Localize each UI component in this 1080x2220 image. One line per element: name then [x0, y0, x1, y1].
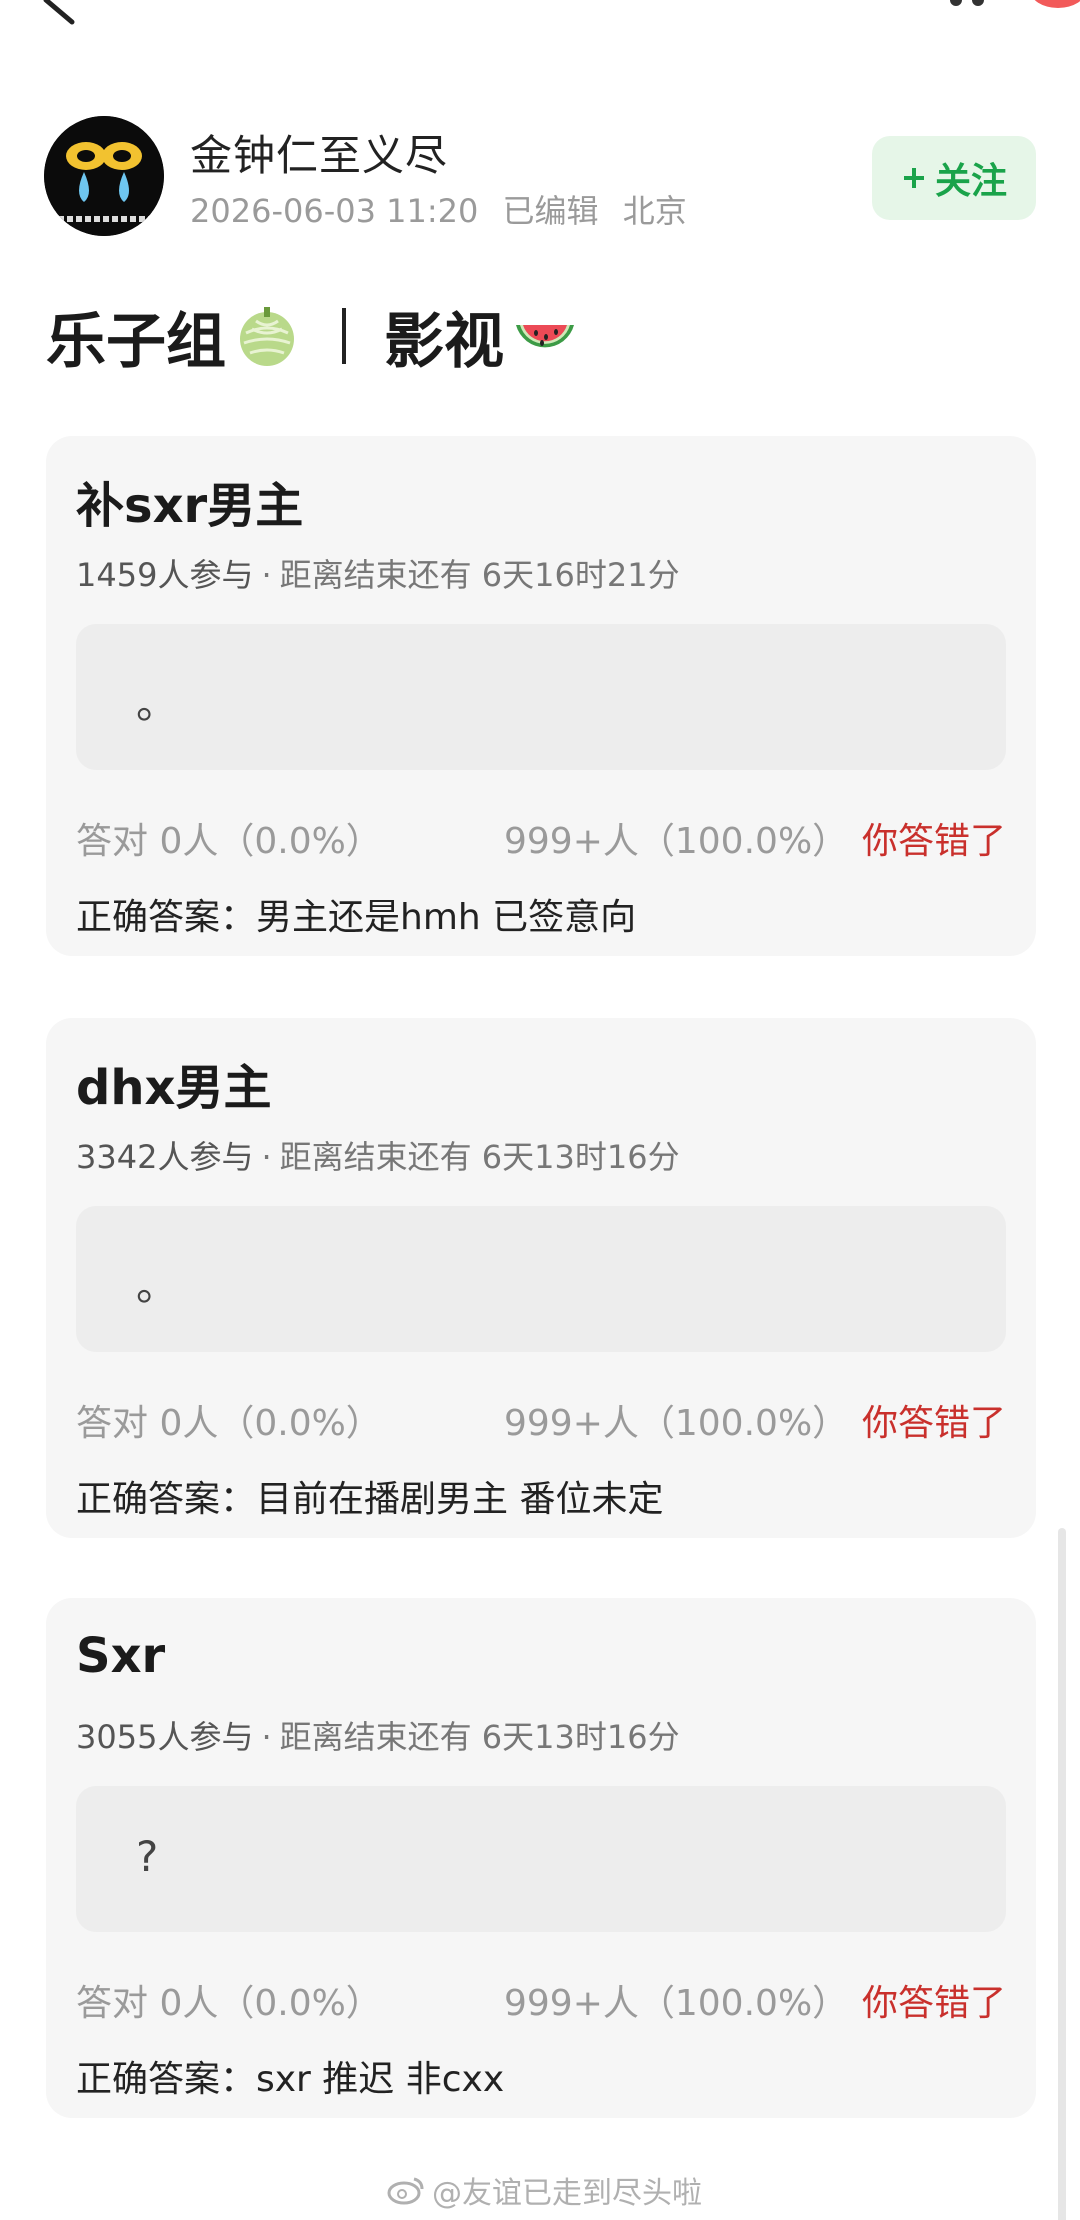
post-meta: 2026-06-03 11:20 已编辑 北京: [190, 186, 701, 232]
scrollbar[interactable]: [1058, 1528, 1066, 2220]
correct-stat: 答对 0人（0.0%）: [76, 1403, 382, 1444]
quiz-card[interactable]: Sxr 3055人参与 · 距离结束还有 6天13时16分 ? 答对 0人（0.0%…: [46, 1598, 1036, 2118]
quiz-stats: 答对 0人（0.0%） 999+人（100.0%） 你答错了: [76, 812, 1006, 862]
title-part-2: 影视: [384, 306, 504, 377]
quiz-card[interactable]: 补sxr男主 1459人参与 · 距离结束还有 6天16时21分 。 答对 0人（0…: [46, 436, 1036, 956]
correct-answer: 正确答案：目前在播剧男主 番位未定: [76, 1479, 664, 1520]
quiz-title: dhx男主: [76, 1060, 272, 1116]
follow-button[interactable]: 关注: [872, 136, 1036, 220]
weibo-logo-icon: [387, 2177, 424, 2205]
page: 金钟仁至义尽 2026-06-03 11:20 已编辑 北京 关注 乐子组 影视: [0, 0, 1080, 2220]
follow-label: 关注: [934, 161, 1007, 202]
post-title: 乐子组 影视: [46, 296, 578, 377]
more-dots-icon[interactable]: [950, 0, 1010, 8]
notification-dot: [1030, 0, 1080, 8]
title-divider: [342, 308, 346, 364]
correct-stat: 答对 0人（0.0%）: [76, 821, 382, 862]
post-date: 2026-06-03 11:20: [190, 192, 479, 230]
quiz-meta: 3055人参与 · 距离结束还有 6天13时16分: [76, 1712, 680, 1758]
time-remaining: 距离结束还有 6天16时21分: [279, 556, 680, 594]
wrong-stat: 999+人（100.0%）: [504, 1403, 849, 1444]
melon-emoji-icon: [240, 307, 294, 366]
meta-separator: ·: [261, 556, 272, 594]
quiz-title: 补sxr男主: [76, 478, 304, 534]
avatar-image-icon: [44, 116, 164, 236]
watermark-text: @友谊已走到尽头啦: [432, 2176, 702, 2211]
result-label: 你答错了: [861, 1403, 1006, 1444]
author-name[interactable]: 金钟仁至义尽: [190, 122, 448, 183]
participant-count: 3342人参与: [76, 1138, 254, 1176]
edited-label: 已编辑: [502, 192, 599, 230]
user-answer-box: ?: [76, 1786, 1006, 1932]
quiz-card[interactable]: dhx男主 3342人参与 · 距离结束还有 6天13时16分 。 答对 0人（0.…: [46, 1018, 1036, 1538]
quiz-title: Sxr: [76, 1628, 166, 1684]
time-remaining: 距离结束还有 6天13时16分: [279, 1718, 680, 1756]
result-label: 你答错了: [861, 821, 1006, 862]
quiz-stats: 答对 0人（0.0%） 999+人（100.0%） 你答错了: [76, 1974, 1006, 2024]
participant-count: 3055人参与: [76, 1718, 254, 1756]
time-remaining: 距离结束还有 6天13时16分: [279, 1138, 680, 1176]
user-answer: 。: [136, 679, 179, 728]
wrong-stat: 999+人（100.0%）: [504, 821, 849, 862]
quiz-stats: 答对 0人（0.0%） 999+人（100.0%） 你答错了: [76, 1394, 1006, 1444]
avatar[interactable]: [44, 116, 164, 236]
user-answer-box: 。: [76, 624, 1006, 770]
title-part-1: 乐子组: [46, 306, 226, 377]
post-location: 北京: [622, 192, 687, 230]
watermark: @友谊已走到尽头啦: [386, 2168, 702, 2212]
meta-separator: ·: [261, 1718, 272, 1756]
result-label: 你答错了: [861, 1983, 1006, 2024]
correct-answer: 正确答案：sxr 推迟 非cxx: [76, 2059, 505, 2100]
watermelon-emoji-icon: [516, 325, 574, 348]
participant-count: 1459人参与: [76, 556, 254, 594]
correct-stat: 答对 0人（0.0%）: [76, 1983, 382, 2024]
user-answer: 。: [136, 1261, 179, 1310]
user-answer: ?: [136, 1832, 159, 1881]
quiz-meta: 1459人参与 · 距离结束还有 6天16时21分: [76, 550, 680, 596]
wrong-stat: 999+人（100.0%）: [504, 1983, 849, 2024]
back-arrow-icon[interactable]: [36, 0, 106, 30]
author-row: 金钟仁至义尽 2026-06-03 11:20 已编辑 北京 关注: [44, 116, 1036, 238]
quiz-meta: 3342人参与 · 距离结束还有 6天13时16分: [76, 1132, 680, 1178]
user-answer-box: 。: [76, 1206, 1006, 1352]
meta-separator: ·: [261, 1138, 272, 1176]
correct-answer: 正确答案：男主还是hmh 已签意向: [76, 897, 637, 938]
plus-icon: [903, 168, 924, 188]
